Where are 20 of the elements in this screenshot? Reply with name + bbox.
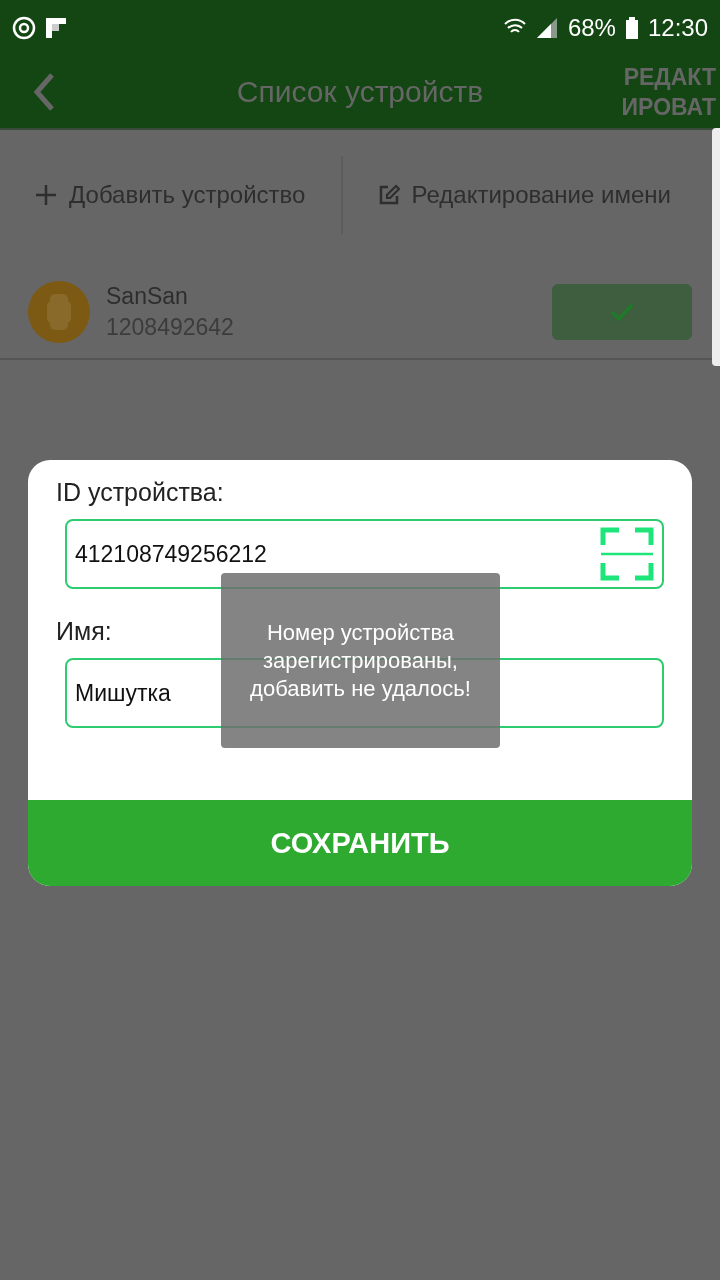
battery-percent: 68%	[567, 13, 616, 42]
watch-icon	[28, 281, 90, 343]
scan-icon[interactable]	[600, 527, 654, 581]
clock-time: 12:30	[647, 13, 708, 42]
rename-button[interactable]: Редактирование имени	[342, 181, 706, 209]
edit-icon	[377, 184, 400, 206]
field-label: ID устройства:	[56, 478, 224, 507]
add-device-button[interactable]: Добавить устройство	[0, 181, 341, 209]
device-name: SanSan	[106, 283, 189, 310]
save-button[interactable]: СОХРАНИТЬ	[28, 800, 692, 886]
error-toast: Номер устройства зарегистрированы, добавить не удалось!	[221, 573, 500, 748]
check-icon	[610, 303, 634, 321]
screen-title: Список устройств	[236, 74, 484, 108]
select-button[interactable]	[552, 284, 692, 340]
edit-button[interactable]: РЕДАКТ ИРОВАТ	[621, 61, 716, 122]
back-icon[interactable]	[32, 71, 56, 112]
plus-icon	[35, 184, 58, 206]
field-label: Имя:	[56, 617, 112, 646]
signal-icon	[535, 16, 558, 39]
battery-icon	[625, 16, 638, 39]
